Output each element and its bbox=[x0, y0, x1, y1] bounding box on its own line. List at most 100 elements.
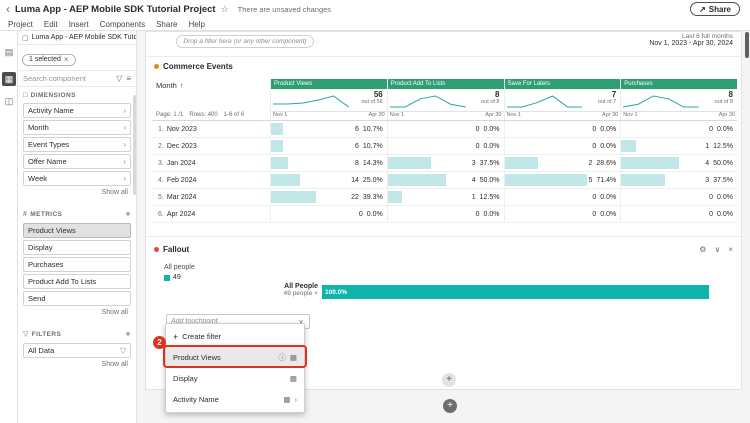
dimension-item-offer-name[interactable]: Offer Name › bbox=[23, 154, 131, 169]
metric-column-header[interactable]: Save For Laters 7 out of 7 Nov 1 Apr 30 bbox=[503, 79, 621, 120]
metric-column-header[interactable]: Purchases 8 out of 8 Nov 1 Apr 30 bbox=[620, 79, 737, 120]
collapse-chevron-icon[interactable]: ∨ bbox=[714, 245, 720, 254]
month-column-header[interactable]: Month ↑ Page: 1 /1 Rows: 400 1-6 of 6 bbox=[152, 79, 270, 120]
menu-item-activity-name[interactable]: Activity Name ▦ › bbox=[166, 389, 304, 410]
value-cell[interactable]: 0 0.0% bbox=[620, 121, 737, 137]
page-info[interactable]: Page: 1 /1 bbox=[156, 112, 183, 118]
add-visualization-button[interactable]: + bbox=[442, 373, 456, 387]
value-cell[interactable]: 1 12.5% bbox=[620, 138, 737, 154]
table-row[interactable]: 5. Mar 2024 22 39.3% 1 12.5% 0 0.0% 0 0.0% bbox=[152, 189, 737, 206]
value-cell[interactable]: 4 50.0% bbox=[386, 172, 504, 188]
open-table-icon[interactable]: ▦ bbox=[290, 353, 297, 362]
table-row[interactable]: 2. Dec 2023 6 10.7% 0 0.0% 0 0.0% 1 12.5% bbox=[152, 138, 737, 155]
month-cell[interactable]: 6. Apr 2024 bbox=[152, 206, 270, 222]
main-scrollbar[interactable] bbox=[745, 32, 749, 58]
metric-item-send[interactable]: Send bbox=[23, 291, 131, 306]
value-cell[interactable]: 0 0.0% bbox=[386, 138, 504, 154]
month-cell[interactable]: 5. Mar 2024 bbox=[152, 189, 270, 205]
value-cell[interactable]: 0 0.0% bbox=[386, 121, 504, 137]
metric-item-purchases[interactable]: Purchases bbox=[23, 257, 131, 272]
search-input[interactable] bbox=[23, 74, 113, 83]
value-cell[interactable]: 22 39.3% bbox=[270, 189, 387, 205]
menu-share[interactable]: Share bbox=[156, 20, 177, 29]
metrics-show-all[interactable]: Show all bbox=[18, 308, 136, 316]
menu-item-product-views[interactable]: Product Views ⓘ ▦ bbox=[166, 347, 304, 368]
value-cell[interactable]: 2 28.6% bbox=[503, 155, 621, 171]
info-icon[interactable]: ⓘ bbox=[278, 352, 286, 363]
open-table-icon[interactable]: ▦ bbox=[283, 395, 290, 404]
metric-column-header[interactable]: Product Views 56 out of 56 Nov 1 Apr 30 bbox=[270, 79, 387, 120]
menu-item-create-filter[interactable]: + Create filter bbox=[166, 326, 304, 347]
value-cell[interactable]: 0 0.0% bbox=[503, 138, 621, 154]
filter-item-all-data[interactable]: All Data ▽ bbox=[23, 343, 131, 358]
components-icon[interactable]: ▦ bbox=[2, 72, 16, 86]
table-row[interactable]: 4. Feb 2024 14 25.0% 4 50.0% 5 71.4% 3 37.5% bbox=[152, 172, 737, 189]
month-cell[interactable]: 1. Nov 2023 bbox=[152, 121, 270, 137]
close-icon[interactable]: × bbox=[728, 245, 733, 254]
remove-touchpoint-icon[interactable]: × bbox=[314, 290, 318, 297]
metric-item-product-views[interactable]: Product Views bbox=[23, 223, 131, 238]
sidebar-scrollbar[interactable] bbox=[133, 95, 136, 195]
chevron-right-icon[interactable]: › bbox=[123, 123, 126, 132]
chevron-right-icon[interactable]: › bbox=[123, 157, 126, 166]
month-cell[interactable]: 3. Jan 2024 bbox=[152, 155, 270, 171]
metric-item-product-add-to-lists[interactable]: Product Add To Lists bbox=[23, 274, 131, 289]
dimension-item-event-types[interactable]: Event Types › bbox=[23, 137, 131, 152]
step-name[interactable]: All People bbox=[206, 283, 318, 290]
filters-show-all[interactable]: Show all bbox=[18, 360, 136, 368]
share-button[interactable]: ↗ Share bbox=[690, 2, 740, 16]
visualizations-icon[interactable]: ◫ bbox=[2, 94, 16, 108]
value-cell[interactable]: 3 37.5% bbox=[620, 172, 737, 188]
value-cell[interactable]: 0 0.0% bbox=[270, 206, 387, 222]
viz-title[interactable]: Fallout bbox=[163, 245, 189, 254]
value-cell[interactable]: 0 0.0% bbox=[620, 189, 737, 205]
panel-date-range[interactable]: Last 6 full months Nov 1, 2023 - Apr 30,… bbox=[649, 33, 733, 47]
menu-project[interactable]: Project bbox=[8, 20, 33, 29]
chevron-right-icon[interactable]: › bbox=[123, 106, 126, 115]
filter-drop-zone[interactable]: Drop a filter here (or any other compone… bbox=[176, 35, 314, 48]
sort-list-icon[interactable]: ≡ bbox=[126, 74, 131, 83]
value-cell[interactable]: 0 0.0% bbox=[503, 206, 621, 222]
dimension-item-week[interactable]: Week › bbox=[23, 171, 131, 186]
value-cell[interactable]: 0 0.0% bbox=[503, 121, 621, 137]
value-cell[interactable]: 1 12.5% bbox=[386, 189, 504, 205]
value-cell[interactable]: 14 25.0% bbox=[270, 172, 387, 188]
add-metric-icon[interactable]: + bbox=[125, 209, 131, 219]
chevron-right-icon[interactable]: › bbox=[123, 140, 126, 149]
dimensions-show-all[interactable]: Show all bbox=[18, 188, 136, 196]
panels-icon[interactable]: ▤ bbox=[2, 45, 16, 59]
value-cell[interactable]: 0 0.0% bbox=[620, 206, 737, 222]
value-cell[interactable]: 6 10.7% bbox=[270, 138, 387, 154]
chip-close-icon[interactable]: × bbox=[64, 55, 69, 64]
value-cell[interactable]: 0 0.0% bbox=[386, 206, 504, 222]
selected-filter-chip[interactable]: 1 selected × bbox=[22, 53, 76, 66]
value-cell[interactable]: 0 0.0% bbox=[503, 189, 621, 205]
fallout-bar[interactable]: 100.0% bbox=[322, 285, 709, 299]
value-cell[interactable]: 6 10.7% bbox=[270, 121, 387, 137]
project-selector[interactable]: ▢ Luma App - AEP Mobile SDK Tutor... bbox=[18, 31, 136, 45]
gear-icon[interactable]: ⚙ bbox=[699, 245, 706, 254]
table-row[interactable]: 1. Nov 2023 6 10.7% 0 0.0% 0 0.0% 0 0.0% bbox=[152, 121, 737, 138]
open-table-icon[interactable]: ▦ bbox=[290, 374, 297, 383]
filter-icon[interactable]: ▽ bbox=[116, 74, 122, 83]
metric-item-display[interactable]: Display bbox=[23, 240, 131, 255]
table-row[interactable]: 6. Apr 2024 0 0.0% 0 0.0% 0 0.0% 0 0.0% bbox=[152, 206, 737, 223]
chevron-right-icon[interactable]: › bbox=[123, 174, 126, 183]
add-panel-button[interactable]: + bbox=[443, 399, 457, 413]
value-cell[interactable]: 8 14.3% bbox=[270, 155, 387, 171]
metric-column-header[interactable]: Product Add To Lists 8 out of 8 Nov 1 Apr 30 bbox=[386, 79, 504, 120]
favorite-star-icon[interactable]: ☆ bbox=[221, 4, 229, 15]
menu-item-display[interactable]: Display ▦ bbox=[166, 368, 304, 389]
back-icon[interactable]: ‹ bbox=[6, 3, 10, 15]
sort-ascending-icon[interactable]: ↑ bbox=[180, 81, 184, 90]
dimension-item-month[interactable]: Month › bbox=[23, 120, 131, 135]
menu-components[interactable]: Components bbox=[100, 20, 145, 29]
value-cell[interactable]: 3 37.5% bbox=[386, 155, 504, 171]
rows-info[interactable]: Rows: 400 bbox=[189, 112, 217, 118]
table-row[interactable]: 3. Jan 2024 8 14.3% 3 37.5% 2 28.6% 4 50.0% bbox=[152, 155, 737, 172]
menu-edit[interactable]: Edit bbox=[44, 20, 58, 29]
value-cell[interactable]: 5 71.4% bbox=[503, 172, 621, 188]
value-cell[interactable]: 4 50.0% bbox=[620, 155, 737, 171]
dimension-item-activity-name[interactable]: Activity Name › bbox=[23, 103, 131, 118]
add-filter-icon[interactable]: + bbox=[125, 329, 131, 339]
